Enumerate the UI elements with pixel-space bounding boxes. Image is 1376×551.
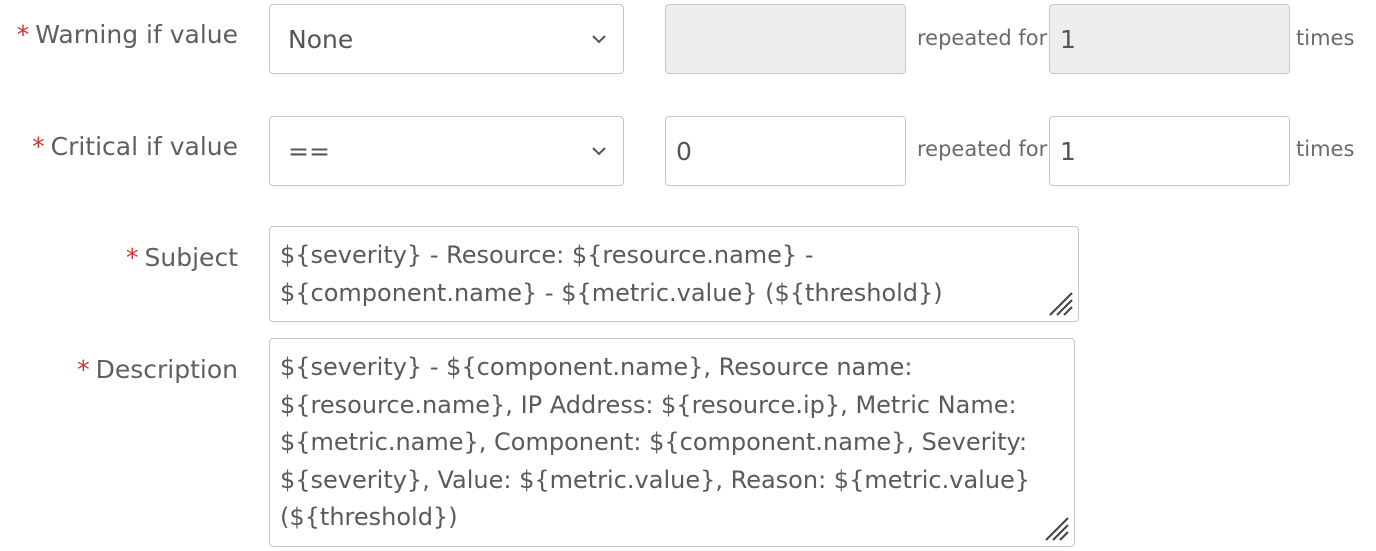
required-marker: * [126, 243, 139, 272]
warning-repeated-label: repeated for [917, 26, 1048, 50]
description-label: * Description [77, 355, 238, 384]
subject-label: * Subject [126, 243, 238, 272]
warning-operator-select[interactable]: None [269, 4, 624, 74]
warning-repeat-count-text: 1 [1060, 24, 1076, 54]
subject-textarea[interactable]: ${severity} - Resource: ${resource.name}… [269, 226, 1079, 322]
warning-times-label: times [1296, 26, 1355, 50]
chevron-down-icon [592, 35, 606, 44]
critical-label-text: Critical if value [50, 132, 238, 161]
critical-repeat-count-text: 1 [1060, 136, 1076, 166]
subject-label-text: Subject [144, 243, 238, 272]
resize-grip-icon[interactable] [1042, 514, 1070, 542]
required-marker: * [16, 20, 30, 49]
subject-text: ${severity} - Resource: ${resource.name}… [280, 241, 943, 307]
required-marker: * [32, 132, 45, 161]
warning-repeat-count-input[interactable]: 1 [1049, 4, 1290, 74]
critical-label: * Critical if value [32, 132, 238, 161]
critical-repeated-label: repeated for [917, 137, 1048, 161]
resize-grip-icon[interactable] [1046, 289, 1074, 317]
description-label-text: Description [95, 355, 238, 384]
required-marker: * [77, 355, 90, 384]
warning-label: * Warning if value [17, 20, 238, 49]
warning-label-text: Warning if value [35, 20, 238, 49]
critical-value-text: 0 [676, 136, 692, 166]
critical-value-input[interactable]: 0 [665, 116, 906, 186]
chevron-down-icon [592, 147, 606, 156]
critical-times-label: times [1296, 137, 1355, 161]
warning-value-input[interactable] [665, 4, 906, 74]
warning-operator-value: None [288, 24, 354, 54]
critical-repeat-count-input[interactable]: 1 [1049, 116, 1290, 186]
description-text: ${severity} - ${component.name}, Resourc… [280, 353, 1031, 531]
critical-operator-select[interactable]: == [269, 116, 624, 186]
critical-operator-value: == [288, 136, 330, 166]
description-textarea[interactable]: ${severity} - ${component.name}, Resourc… [269, 338, 1075, 547]
